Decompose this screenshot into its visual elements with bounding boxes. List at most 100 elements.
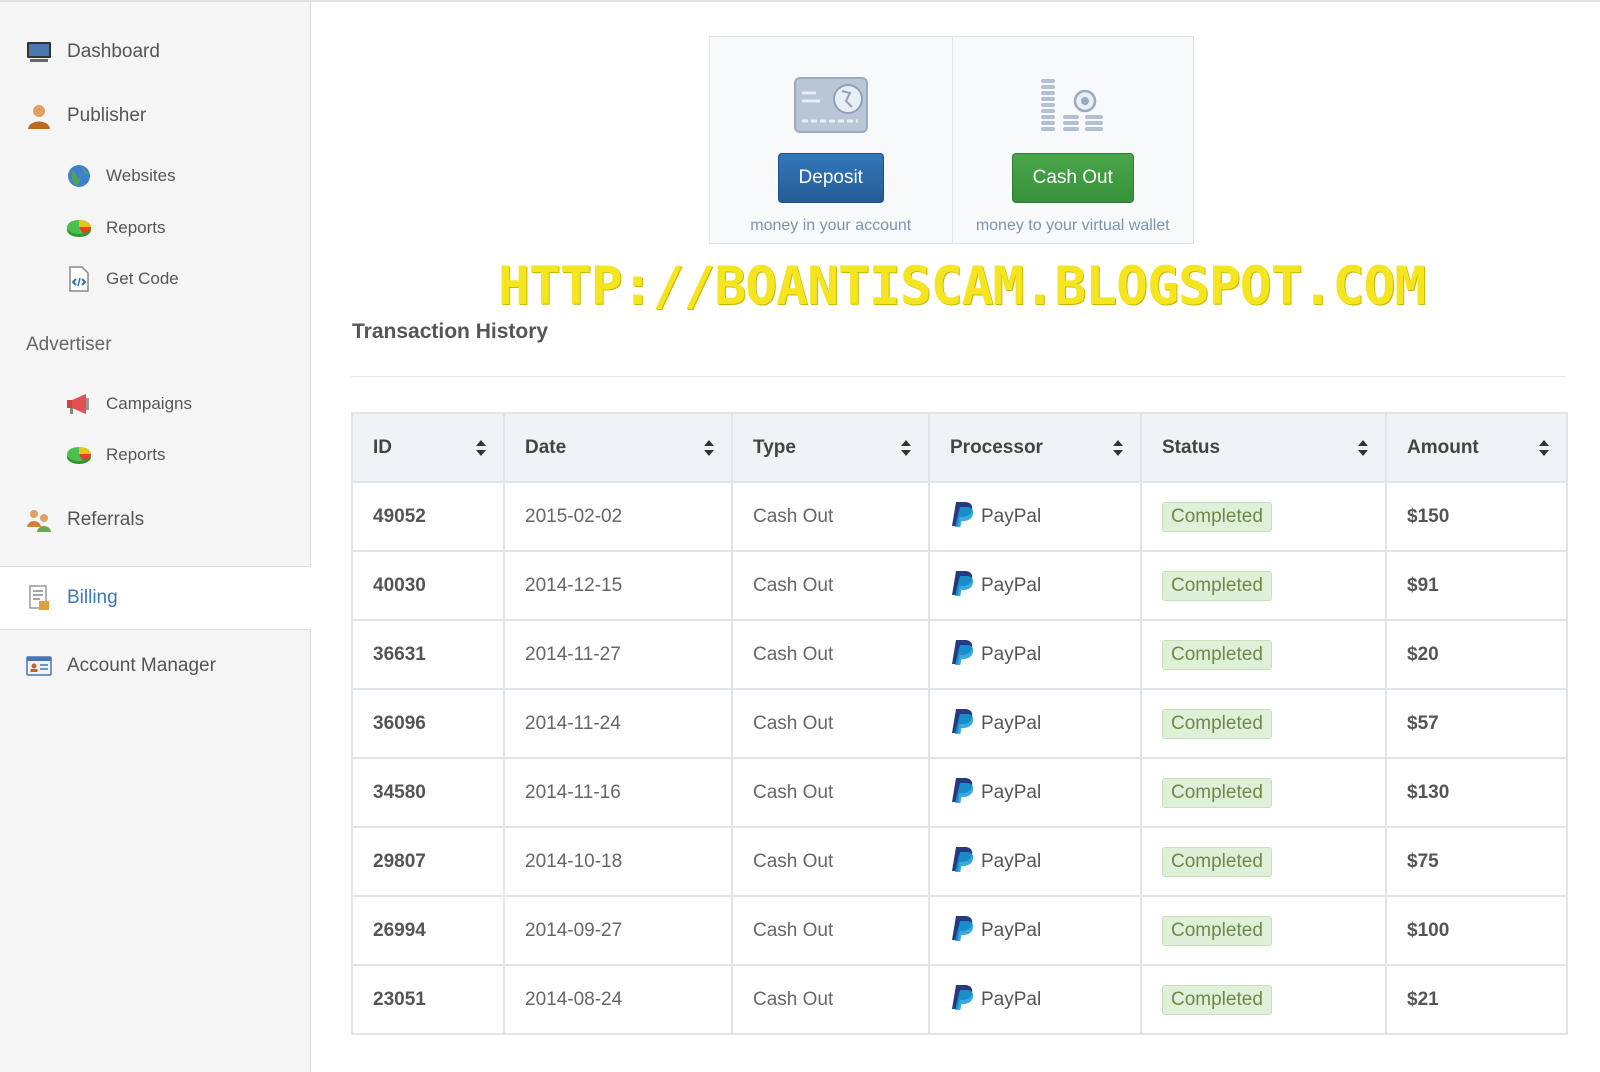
column-header-id[interactable]: ID (351, 412, 505, 483)
cell-id: 29807 (351, 826, 505, 897)
processor: PayPal (950, 914, 1120, 947)
cell-amount: $100 (1385, 895, 1568, 966)
status-badge: Completed (1162, 639, 1272, 670)
cell-id: 40030 (351, 550, 505, 621)
paypal-icon (950, 845, 976, 878)
paypal-icon (950, 500, 976, 533)
sort-icon[interactable] (475, 439, 487, 457)
status-badge: Completed (1162, 846, 1272, 877)
column-header-label: ID (373, 436, 392, 458)
status-badge: Completed (1162, 708, 1272, 739)
column-header-amount[interactable]: Amount (1385, 412, 1568, 483)
status-badge: Completed (1162, 777, 1272, 808)
cell-date: 2014-11-24 (503, 688, 733, 759)
processor-label: PayPal (981, 988, 1042, 1010)
processor-label: PayPal (981, 643, 1042, 665)
status-badge: Completed (1162, 570, 1272, 601)
status-badge: Completed (1162, 915, 1272, 946)
sidebar-item-label: Campaigns (106, 394, 192, 413)
sort-icon[interactable] (1538, 439, 1550, 457)
sidebar-item-label: Reports (106, 218, 166, 237)
coins-icon (1039, 77, 1107, 138)
deposit-panel: Deposit money in your account (710, 37, 952, 243)
table-row: 23051 2014-08-24 Cash Out PayPal Completed $2… (351, 964, 1568, 1035)
cell-processor: PayPal (928, 964, 1142, 1035)
sidebar-item-campaigns[interactable]: Campaigns (0, 384, 310, 424)
billing-actions: Deposit money in your account Cash Out m… (709, 36, 1194, 244)
sidebar-item-label: Reports (106, 445, 166, 464)
cell-amount: $91 (1385, 550, 1568, 621)
user-icon (26, 103, 52, 129)
cell-processor: PayPal (928, 481, 1142, 552)
paypal-icon (950, 707, 976, 740)
cell-amount: $150 (1385, 481, 1568, 552)
paypal-icon (950, 914, 976, 947)
cell-id: 23051 (351, 964, 505, 1035)
cell-amount: $75 (1385, 826, 1568, 897)
column-header-label: Date (525, 436, 567, 458)
processor-label: PayPal (981, 850, 1042, 872)
sidebar-item-websites[interactable]: Websites (0, 156, 310, 196)
column-header-type[interactable]: Type (731, 412, 930, 483)
sidebar-item-account-manager[interactable]: Account Manager (0, 646, 310, 686)
people-icon (26, 507, 52, 533)
cell-date: 2014-08-24 (503, 964, 733, 1035)
table-row: 34580 2014-11-16 Cash Out PayPal Completed $1… (351, 757, 1568, 828)
sidebar-item-referrals[interactable]: Referrals (0, 500, 310, 540)
cell-status: Completed (1140, 550, 1387, 621)
sort-icon[interactable] (900, 439, 912, 457)
sidebar-item-billing[interactable]: Billing (0, 566, 311, 630)
cell-processor: PayPal (928, 826, 1142, 897)
table-row: 36631 2014-11-27 Cash Out PayPal Completed $2… (351, 619, 1568, 690)
sidebar-item-label: Websites (106, 166, 176, 185)
table-row: 29807 2014-10-18 Cash Out PayPal Completed $7… (351, 826, 1568, 897)
sort-icon[interactable] (1112, 439, 1124, 457)
cell-status: Completed (1140, 619, 1387, 690)
processor: PayPal (950, 707, 1120, 740)
cell-type: Cash Out (731, 688, 930, 759)
cell-id: 49052 (351, 481, 505, 552)
sidebar-item-dashboard[interactable]: Dashboard (0, 32, 310, 72)
sidebar-item-advertiser-reports[interactable]: Reports (0, 435, 310, 475)
table-row: 40030 2014-12-15 Cash Out PayPal Completed $9… (351, 550, 1568, 621)
cell-date: 2014-10-18 (503, 826, 733, 897)
sidebar: Dashboard Publisher Websites Reports Get… (0, 2, 311, 1072)
column-header-date[interactable]: Date (503, 412, 733, 483)
cashout-caption: money to your virtual wallet (975, 217, 1170, 234)
paypal-icon (950, 569, 976, 602)
processor: PayPal (950, 569, 1120, 602)
cell-type: Cash Out (731, 481, 930, 552)
cell-type: Cash Out (731, 826, 930, 897)
code-file-icon (66, 266, 92, 292)
cell-amount: $21 (1385, 964, 1568, 1035)
cell-processor: PayPal (928, 757, 1142, 828)
sidebar-item-publisher-reports[interactable]: Reports (0, 208, 310, 248)
cell-processor: PayPal (928, 895, 1142, 966)
sort-icon[interactable] (703, 439, 715, 457)
deposit-button[interactable]: Deposit (777, 153, 884, 203)
sidebar-item-publisher[interactable]: Publisher (0, 96, 310, 136)
sidebar-heading-advertiser: Advertiser (26, 334, 112, 355)
sort-icon[interactable] (1357, 439, 1369, 457)
sidebar-item-get-code[interactable]: Get Code (0, 259, 310, 299)
column-header-processor[interactable]: Processor (928, 412, 1142, 483)
cell-id: 34580 (351, 757, 505, 828)
chart-icon (66, 215, 92, 241)
processor: PayPal (950, 776, 1120, 809)
sidebar-item-label: Get Code (106, 269, 179, 288)
column-header-status[interactable]: Status (1140, 412, 1387, 483)
cell-type: Cash Out (731, 619, 930, 690)
column-header-label: Type (753, 436, 796, 458)
divider (351, 376, 1565, 377)
id-card-icon (26, 653, 52, 679)
chart-icon (66, 442, 92, 468)
monitor-icon (26, 39, 52, 65)
table-row: 36096 2014-11-24 Cash Out PayPal Completed $5… (351, 688, 1568, 759)
cell-amount: $20 (1385, 619, 1568, 690)
cashout-button[interactable]: Cash Out (1011, 153, 1134, 203)
cell-date: 2014-12-15 (503, 550, 733, 621)
cell-type: Cash Out (731, 964, 930, 1035)
cell-type: Cash Out (731, 550, 930, 621)
cell-amount: $130 (1385, 757, 1568, 828)
processor: PayPal (950, 500, 1120, 533)
